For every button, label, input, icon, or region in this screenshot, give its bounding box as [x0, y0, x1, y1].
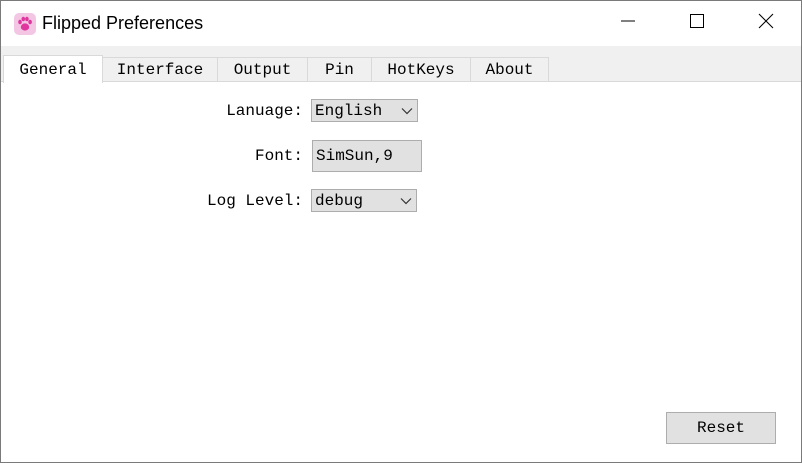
font-picker-button[interactable]: SimSun,9 [312, 140, 422, 172]
close-icon [758, 13, 774, 34]
tab-pin[interactable]: Pin [307, 57, 372, 81]
paw-icon [14, 13, 36, 35]
window-title: Flipped Preferences [42, 13, 204, 33]
font-label: Font: [254, 147, 303, 165]
title-bar[interactable]: Flipped Preferences [1, 1, 801, 46]
log-level-label: Log Level: [206, 192, 303, 210]
tab-bar: General Interface Output Pin HotKeys Abo… [1, 46, 801, 83]
preferences-window: Flipped Preferences General Interface Ou… [0, 0, 802, 463]
language-value: English [315, 101, 383, 120]
minimize-icon [620, 13, 636, 34]
general-panel [1, 81, 801, 462]
maximize-icon [689, 13, 705, 34]
language-label: Lanuage: [226, 102, 303, 120]
minimize-button[interactable] [605, 1, 651, 46]
log-level-value: debug [315, 191, 364, 210]
language-select[interactable]: English [311, 99, 418, 122]
maximize-button[interactable] [674, 1, 720, 46]
chevron-down-icon [396, 190, 416, 211]
log-level-select[interactable]: debug [311, 189, 417, 212]
tab-general[interactable]: General [3, 55, 103, 83]
tab-about[interactable]: About [470, 57, 549, 81]
tab-hotkeys[interactable]: HotKeys [371, 57, 471, 81]
close-button[interactable] [743, 1, 789, 46]
tab-interface[interactable]: Interface [102, 57, 218, 81]
reset-button[interactable]: Reset [666, 412, 776, 444]
tab-output[interactable]: Output [217, 57, 308, 81]
chevron-down-icon [397, 100, 417, 121]
